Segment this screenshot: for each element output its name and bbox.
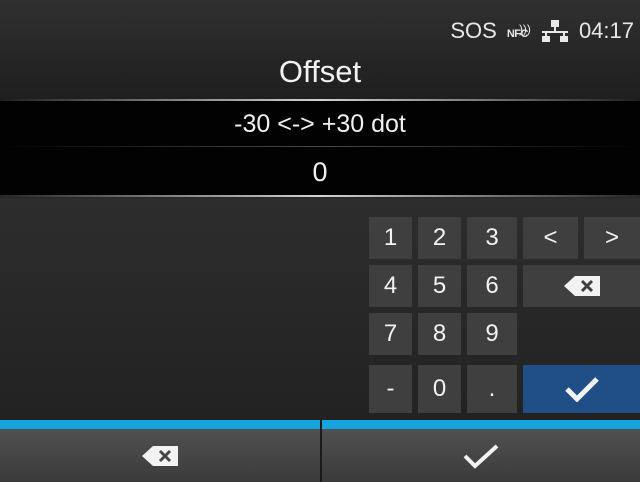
key-4[interactable]: 4 [369, 265, 412, 307]
backspace-icon [142, 445, 178, 466]
key-6[interactable]: 6 [467, 265, 517, 307]
nfc-icon: NFC ))) [507, 22, 531, 40]
key-2[interactable]: 2 [418, 217, 461, 259]
confirm-button[interactable] [322, 420, 640, 482]
bottom-divider [320, 420, 322, 482]
cancel-button[interactable] [0, 420, 320, 482]
key-minus[interactable]: - [369, 365, 412, 413]
range-label: -30 <-> +30 dot [0, 101, 640, 147]
clock: 04:17 [578, 18, 634, 43]
value-divider [0, 195, 640, 197]
key-9[interactable]: 9 [467, 313, 517, 355]
key-3[interactable]: 3 [467, 217, 517, 259]
key-8[interactable]: 8 [418, 313, 461, 355]
key-dot[interactable]: . [467, 365, 517, 413]
key-7[interactable]: 7 [369, 313, 412, 355]
header: SOS NFC ))) 04:17 Offset [0, 0, 640, 101]
keypad: 1 2 3 < > 4 5 6 7 8 9 - 0 . [0, 198, 640, 420]
bottom-bar [0, 420, 640, 482]
check-icon [463, 443, 499, 469]
key-5[interactable]: 5 [418, 265, 461, 307]
keypad-enter-button[interactable] [523, 365, 640, 413]
value-input[interactable]: 0 [0, 147, 640, 195]
cursor-left-button[interactable]: < [523, 217, 578, 259]
check-icon [564, 376, 599, 402]
key-0[interactable]: 0 [418, 365, 461, 413]
page-title: Offset [278, 54, 362, 89]
keypad-backspace-button[interactable] [523, 265, 640, 307]
backspace-icon [563, 276, 600, 296]
status-bar: SOS NFC ))) 04:17 [450, 16, 634, 46]
sos-indicator: SOS [450, 18, 497, 43]
cursor-right-button[interactable]: > [584, 217, 640, 259]
network-icon [541, 19, 569, 43]
nfc-waves-icon: ))) [518, 22, 531, 36]
key-1[interactable]: 1 [369, 217, 412, 259]
